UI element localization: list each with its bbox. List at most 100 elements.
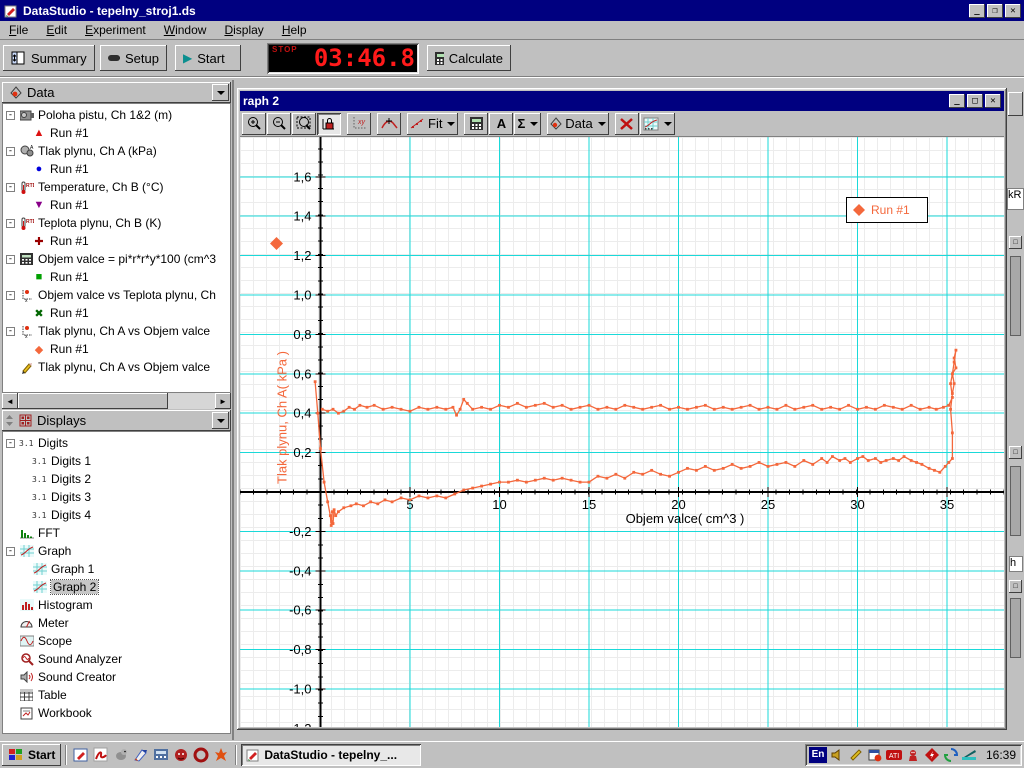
- zoom-select-button[interactable]: [292, 113, 316, 135]
- graph-settings-button[interactable]: [640, 113, 675, 135]
- scroll-left-arrow[interactable]: ◄: [2, 393, 18, 409]
- zoom-in-button[interactable]: [242, 113, 266, 135]
- data-run-6[interactable]: ◆Run #1: [6, 340, 230, 358]
- expand-box[interactable]: -: [6, 547, 15, 556]
- display-item-workbook[interactable]: Workbook: [6, 704, 230, 722]
- tray-dialup-icon[interactable]: [962, 747, 979, 763]
- delete-button[interactable]: [615, 113, 639, 135]
- data-item-5[interactable]: -xObjem valce vs Teplota plynu, Ch: [6, 286, 230, 304]
- data-item-1[interactable]: -ATlak plynu, Ch A (kPa): [6, 142, 230, 160]
- display-item-graph-2[interactable]: Graph 2: [6, 578, 230, 596]
- menu-window[interactable]: Window: [155, 21, 216, 39]
- tray-app1-icon[interactable]: [848, 747, 865, 763]
- quick-launch-acrobat-icon[interactable]: [91, 745, 111, 765]
- main-titlebar[interactable]: DataStudio - tepelny_stroj1.ds _ ❐ ✕: [0, 0, 1024, 21]
- quick-launch-datastudio-icon[interactable]: [71, 745, 91, 765]
- tray-sync-icon[interactable]: [943, 747, 960, 763]
- display-item-digits-2[interactable]: 3.14Digits 2: [6, 470, 230, 488]
- statistics-dropdown-arrow[interactable]: [530, 122, 538, 126]
- quick-launch-paint-icon[interactable]: [131, 745, 151, 765]
- display-item-fft[interactable]: FFT: [6, 524, 230, 542]
- data-dropdown-button[interactable]: [212, 84, 229, 101]
- data-run-1[interactable]: ●Run #1: [6, 160, 230, 178]
- smart-tool-button[interactable]: [377, 113, 401, 135]
- expand-box[interactable]: -: [6, 219, 15, 228]
- data-item-3[interactable]: -RTDTeplota plynu, Ch B (K): [6, 214, 230, 232]
- display-item-graph-1[interactable]: Graph 1: [6, 560, 230, 578]
- display-item-digits-3[interactable]: 3.14Digits 3: [6, 488, 230, 506]
- data-item-7[interactable]: Tlak plynu, Ch A vs Objem valce: [6, 358, 230, 376]
- data-item-2[interactable]: -RTDTemperature, Ch B (°C): [6, 178, 230, 196]
- scale-to-fit-button[interactable]: [317, 113, 341, 135]
- data-hscrollbar[interactable]: ◄ ►: [2, 393, 231, 409]
- menu-file[interactable]: File: [0, 21, 37, 39]
- expand-box[interactable]: -: [6, 291, 15, 300]
- display-item-digits-1[interactable]: 3.14Digits 1: [6, 452, 230, 470]
- menu-edit[interactable]: Edit: [37, 21, 76, 39]
- legend[interactable]: Run #1: [846, 197, 928, 223]
- displays-dropdown-button[interactable]: [212, 412, 229, 429]
- chart-plot-area[interactable]: 1,61,41,21,00,80,60,40,2-0,2-0,4-0,6-0,8…: [240, 137, 1004, 727]
- data-item-0[interactable]: -Poloha pistu, Ch 1&2 (m): [6, 106, 230, 124]
- menu-experiment[interactable]: Experiment: [76, 21, 155, 39]
- display-item-digits-4[interactable]: 3.14Digits 4: [6, 506, 230, 524]
- data-item-6[interactable]: -xTlak plynu, Ch A vs Objem valce: [6, 322, 230, 340]
- display-item-sound-analyzer[interactable]: Sound Analyzer: [6, 650, 230, 668]
- expand-box[interactable]: -: [6, 111, 15, 120]
- data-run-0[interactable]: ▲Run #1: [6, 124, 230, 142]
- data-run-3[interactable]: ✚Run #1: [6, 232, 230, 250]
- task-button-datastudio[interactable]: DataStudio - tepelny_...: [241, 744, 421, 766]
- expand-box[interactable]: -: [6, 183, 15, 192]
- quick-launch-app3-icon[interactable]: [111, 745, 131, 765]
- display-item-table[interactable]: Table: [6, 686, 230, 704]
- menu-display[interactable]: Display: [215, 21, 272, 39]
- data-select-button[interactable]: Data: [547, 113, 608, 135]
- displays-panel-header[interactable]: Displays: [2, 410, 231, 431]
- axis-settings-button[interactable]: xy: [347, 113, 371, 135]
- quick-launch-opera-icon[interactable]: [191, 745, 211, 765]
- graph-titlebar[interactable]: raph 2 _ □ ✕: [240, 91, 1004, 111]
- quick-launch-app6-icon[interactable]: [171, 745, 191, 765]
- statistics-button[interactable]: Σ: [514, 113, 541, 135]
- display-item-histogram[interactable]: Histogram: [6, 596, 230, 614]
- fit-dropdown-arrow[interactable]: [447, 122, 455, 126]
- close-button[interactable]: ✕: [1005, 4, 1021, 18]
- tray-volume-icon[interactable]: [829, 747, 846, 763]
- tray-flash-icon[interactable]: [924, 747, 941, 763]
- restore-button[interactable]: ❐: [987, 4, 1003, 18]
- calculate-button[interactable]: Calculate: [427, 45, 511, 71]
- tray-ati-icon[interactable]: ATI: [886, 747, 903, 763]
- expand-box[interactable]: -: [6, 147, 15, 156]
- minimize-button[interactable]: _: [969, 4, 985, 18]
- quick-launch-app8-icon[interactable]: [211, 745, 231, 765]
- summary-button[interactable]: Summary: [3, 45, 95, 71]
- expand-box[interactable]: -: [6, 255, 15, 264]
- calculator-button[interactable]: [464, 113, 488, 135]
- data-panel-header[interactable]: Data: [2, 82, 231, 103]
- display-item-sound-creator[interactable]: Sound Creator: [6, 668, 230, 686]
- setup-button[interactable]: Setup: [100, 45, 167, 71]
- tray-clock[interactable]: 16:39: [986, 748, 1016, 762]
- tray-mascot-icon[interactable]: [905, 747, 922, 763]
- tray-keyboard-layout[interactable]: En: [809, 747, 827, 763]
- scroll-right-arrow[interactable]: ►: [215, 393, 231, 409]
- data-select-dropdown-arrow[interactable]: [598, 122, 606, 126]
- data-run-2[interactable]: ▼Run #1: [6, 196, 230, 214]
- display-item-graph[interactable]: -Graph: [6, 542, 230, 560]
- graph-settings-dropdown-arrow[interactable]: [664, 122, 672, 126]
- display-item-scope[interactable]: Scope: [6, 632, 230, 650]
- quick-launch-calculator-icon[interactable]: [151, 745, 171, 765]
- expand-box[interactable]: -: [6, 327, 15, 336]
- zoom-out-button[interactable]: [267, 113, 291, 135]
- data-run-4[interactable]: ■Run #1: [6, 268, 230, 286]
- menu-help[interactable]: Help: [273, 21, 316, 39]
- scroll-thumb[interactable]: [18, 393, 168, 409]
- start-menu-button[interactable]: Start: [2, 744, 61, 766]
- tray-scheduler-icon[interactable]: [867, 747, 884, 763]
- display-item-meter[interactable]: Meter: [6, 614, 230, 632]
- graph-minimize-button[interactable]: _: [949, 94, 965, 108]
- start-button[interactable]: ▶ Start: [175, 45, 241, 71]
- graph-maximize-button[interactable]: □: [967, 94, 983, 108]
- data-run-5[interactable]: ✖Run #1: [6, 304, 230, 322]
- fit-button[interactable]: Fit: [407, 113, 458, 135]
